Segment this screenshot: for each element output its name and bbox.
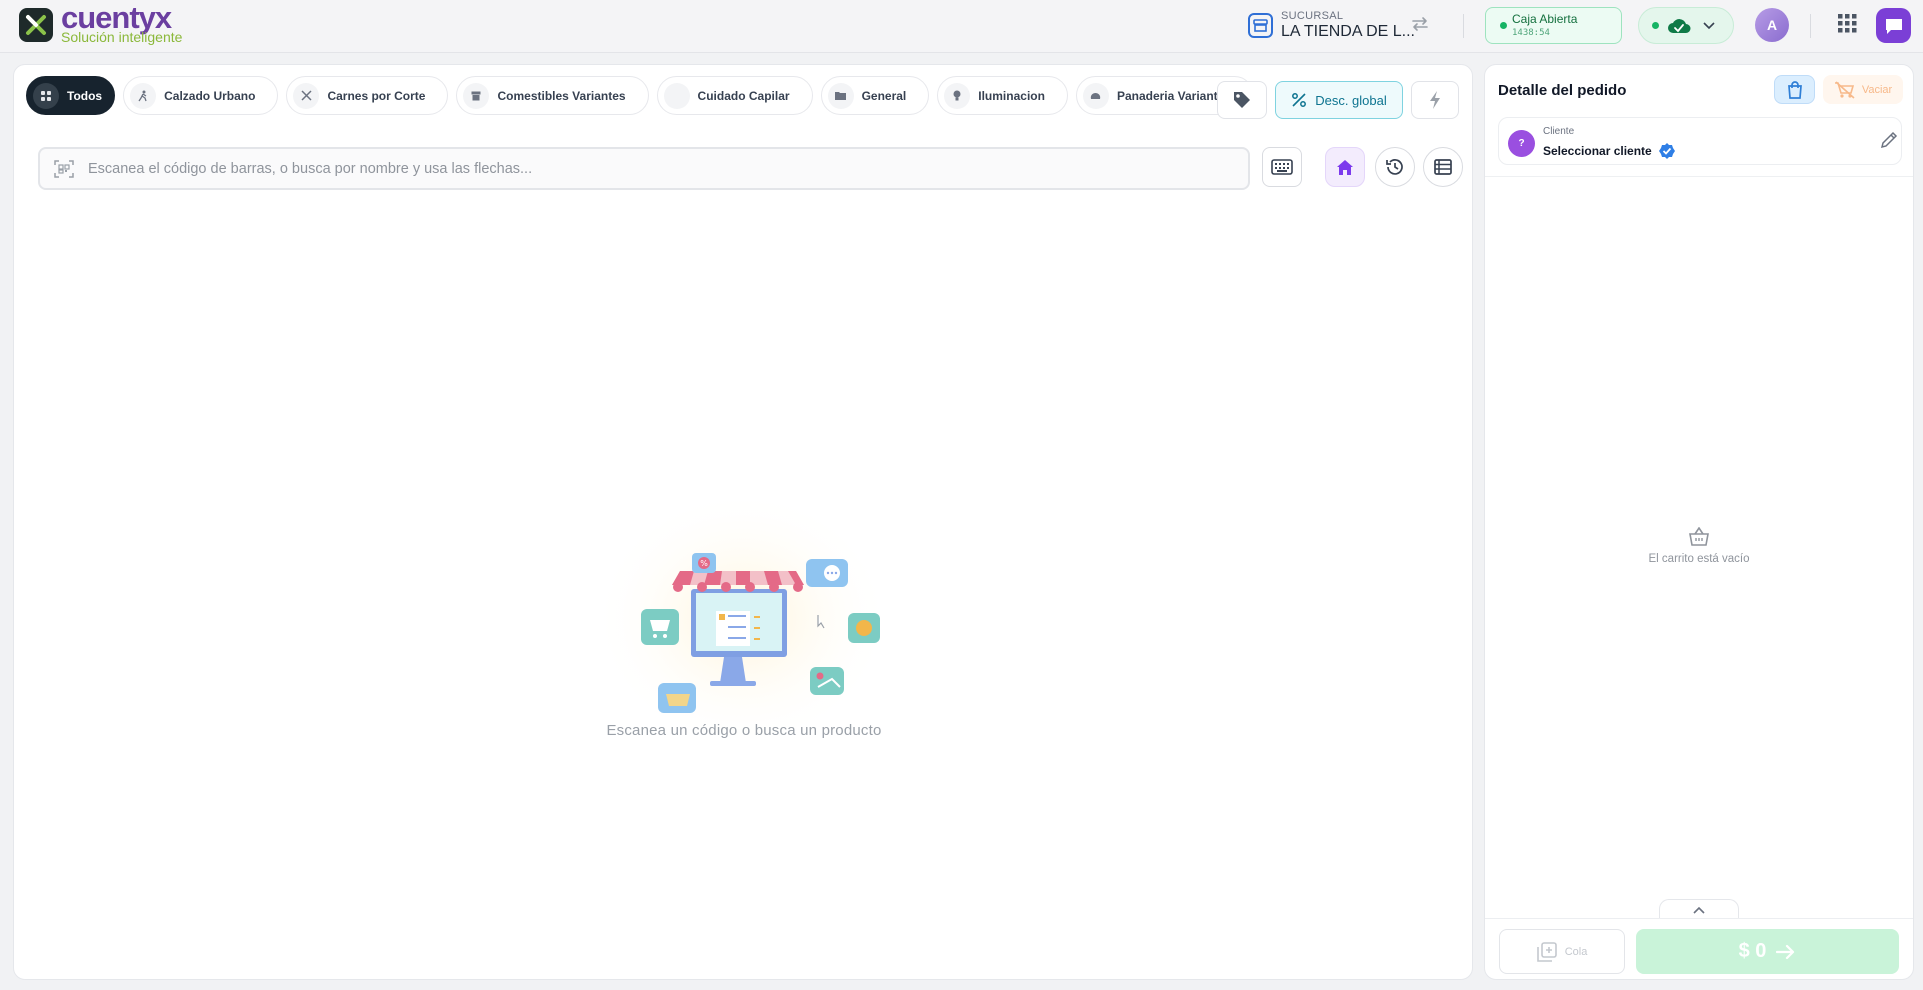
tag-button[interactable] [1217, 81, 1267, 119]
clear-label: Vaciar [1861, 83, 1893, 96]
empty-state-illustration: % [574, 471, 934, 761]
divider [1463, 14, 1464, 38]
bread-icon [1082, 82, 1109, 109]
shopping-bag-icon [1787, 80, 1803, 99]
category-chip-comestibles-variantes[interactable]: Comestibles Variantes [456, 76, 649, 115]
branch-label: SUCURSAL [1281, 10, 1344, 22]
logo-mark-icon [19, 8, 53, 42]
category-chip-calzado-urbano[interactable]: Calzado Urbano [123, 76, 279, 115]
product-search[interactable] [38, 147, 1250, 190]
bulb-icon [944, 82, 971, 109]
order-panel: Detalle del pedido Vaciar ? Cliente Sele… [1484, 64, 1914, 980]
checkout-button[interactable]: $ 0 [1636, 929, 1899, 974]
global-discount-button[interactable]: Desc. global [1275, 81, 1403, 119]
chip-label: Cuidado Capilar [697, 88, 790, 103]
chat-icon [1884, 16, 1904, 36]
swap-branch-icon[interactable] [1411, 15, 1429, 33]
logo-tagline: Solución inteligente [61, 29, 183, 45]
history-button[interactable] [1375, 147, 1415, 187]
category-chip-general[interactable]: General [820, 76, 930, 115]
percent-icon [1291, 92, 1307, 108]
clear-cart-button[interactable]: Vaciar [1823, 75, 1903, 104]
expand-summary-button[interactable] [1659, 899, 1739, 919]
cash-register-status[interactable]: Caja Abierta 1438:54 [1485, 7, 1622, 44]
sync-status-button[interactable] [1638, 7, 1734, 44]
top-bar: cuentyx Solución inteligente SUCURSAL LA… [0, 0, 1923, 53]
caja-time: 1438:54 [1512, 28, 1550, 38]
store-icon [1248, 13, 1273, 38]
order-title: Detalle del pedido [1498, 82, 1627, 99]
branch-name: LA TIENDA DE L... [1281, 23, 1415, 40]
bolt-icon [1429, 91, 1441, 109]
online-dot [1652, 22, 1659, 29]
divider [1485, 918, 1913, 919]
arrow-right-icon [1776, 944, 1796, 960]
category-chip-cuidado-capilar[interactable]: Cuidado Capilar [656, 76, 813, 115]
runner-icon [130, 82, 157, 109]
quick-action-button[interactable] [1411, 81, 1459, 119]
client-selector[interactable]: ? Cliente Seleccionar cliente [1498, 117, 1902, 165]
cloud-check-icon [1667, 18, 1691, 34]
category-chips: Todos Calzado Urbano Carnes por Corte Co… [26, 76, 1255, 115]
basket-icon [1688, 527, 1710, 547]
chat-button[interactable] [1876, 8, 1911, 43]
apps-grid-icon[interactable] [1838, 14, 1857, 33]
client-label: Cliente [1543, 126, 1575, 137]
search-input[interactable] [88, 160, 1208, 177]
empty-state-message: Escanea un código o busca un producto [606, 722, 882, 739]
chip-label: General [861, 88, 907, 103]
grid-icon [33, 82, 59, 109]
empty-cart: El carrito está vacío [1485, 527, 1913, 565]
caja-status: Caja Abierta [1512, 12, 1578, 26]
client-avatar: ? [1508, 130, 1535, 157]
chevron-down-icon [1703, 21, 1715, 30]
category-chip-iluminacion[interactable]: Iluminacion [937, 76, 1068, 115]
history-icon [1385, 157, 1405, 177]
chip-label: Panaderia Variantes [1116, 88, 1232, 103]
list-icon [1434, 159, 1452, 175]
total-amount: $ 0 [1738, 940, 1767, 962]
folder-icon [827, 82, 854, 109]
chip-label: Carnes por Corte [327, 88, 426, 103]
products-panel: Todos Calzado Urbano Carnes por Corte Co… [13, 64, 1473, 980]
branch-selector[interactable]: SUCURSAL LA TIENDA DE L... [1248, 10, 1415, 41]
bag-button[interactable] [1774, 75, 1815, 104]
chevron-up-icon [1693, 906, 1705, 914]
category-chip-todos[interactable]: Todos [26, 76, 116, 115]
queue-button[interactable]: Cola [1499, 929, 1625, 974]
svg-text:%: % [700, 559, 708, 568]
user-avatar[interactable]: A [1755, 8, 1789, 42]
client-name: Seleccionar cliente [1543, 144, 1652, 158]
cart-off-icon [1834, 80, 1856, 99]
divider [1485, 176, 1913, 177]
verified-badge-icon [1658, 142, 1676, 160]
category-chip-carnes-por-corte[interactable]: Carnes por Corte [286, 76, 449, 115]
empty-cart-text: El carrito está vacío [1648, 553, 1750, 565]
chip-label: Todos [67, 88, 103, 103]
archive-icon [463, 82, 490, 109]
home-button[interactable] [1325, 147, 1365, 187]
edit-client-button[interactable] [1879, 130, 1899, 150]
home-icon [1336, 159, 1354, 176]
chip-label: Calzado Urbano [164, 88, 256, 103]
tag-icon [1232, 90, 1252, 110]
barcode-scan-icon [54, 159, 74, 178]
divider [1810, 14, 1811, 38]
app-logo[interactable]: cuentyx Solución inteligente [19, 2, 183, 45]
utensils-icon [293, 82, 320, 109]
keyboard-button[interactable] [1262, 147, 1302, 187]
list-view-button[interactable] [1423, 147, 1463, 187]
status-dot [1500, 22, 1507, 29]
blank-icon [663, 82, 690, 109]
chip-label: Iluminacion [978, 88, 1045, 103]
keyboard-icon [1271, 159, 1293, 175]
discount-label: Desc. global [1315, 92, 1387, 108]
pencil-icon [1879, 130, 1899, 150]
queue-icon [1536, 941, 1557, 962]
chip-label: Comestibles Variantes [497, 88, 626, 103]
queue-label: Cola [1564, 945, 1588, 958]
